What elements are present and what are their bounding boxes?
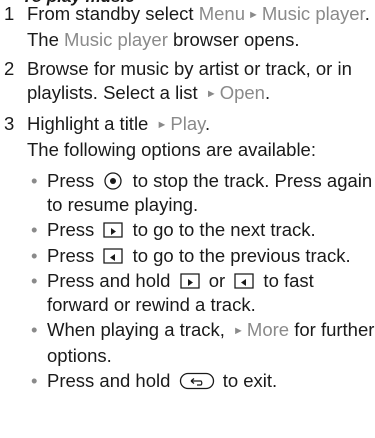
prev-key-icon xyxy=(102,247,124,265)
item-text: to go to the previous track. xyxy=(127,244,351,266)
item-text: Press xyxy=(47,244,100,266)
ui-term-more: More xyxy=(246,319,290,340)
next-key-icon xyxy=(102,221,124,239)
item-text: When playing a track, xyxy=(47,319,231,340)
step-number: 3 xyxy=(4,113,15,134)
step-2: 2 Browse for music by artist or track, o… xyxy=(0,57,375,106)
item-text: Press and hold xyxy=(47,370,176,391)
ui-term-menu: Menu xyxy=(198,3,245,24)
list-item: • When playing a track, ► More for furthe… xyxy=(0,318,375,367)
ui-term-music-player: Music player xyxy=(261,3,365,24)
step-text: . xyxy=(205,113,211,134)
center-key-icon xyxy=(102,172,124,190)
bullet-icon: • xyxy=(31,244,38,266)
item-text: or xyxy=(203,270,231,291)
list-item: • Press to go to the previous track. xyxy=(0,244,375,268)
item-text: Press xyxy=(47,170,100,191)
step-text: browser opens. xyxy=(167,28,300,50)
step-number: 2 xyxy=(4,58,15,79)
step-3: 3 Highlight a title ► Play. xyxy=(0,112,375,138)
next-key-icon xyxy=(179,272,201,290)
ui-term-open: Open xyxy=(219,81,265,103)
step-text: Highlight a title xyxy=(27,113,154,134)
item-text: Press and hold xyxy=(47,270,176,291)
item-text: to go to the next track. xyxy=(127,219,316,240)
back-key-icon xyxy=(179,372,215,390)
options-intro: The following options are available: xyxy=(27,138,316,160)
steps-list: 1 From standby select Menu ► Music player.… xyxy=(0,2,375,395)
step-number: 1 xyxy=(4,3,15,24)
step-text: . xyxy=(264,81,271,103)
step-text: Browse for music by artist or track, or … xyxy=(27,58,352,103)
bullet-icon: • xyxy=(31,170,38,191)
prev-key-icon xyxy=(233,272,255,290)
bullet-icon: • xyxy=(31,370,38,391)
bullet-icon: • xyxy=(31,219,38,240)
item-text: to exit. xyxy=(217,370,278,391)
bullet-icon: • xyxy=(31,319,38,340)
item-text: Press xyxy=(47,219,100,240)
arrow-icon: ► xyxy=(156,119,168,131)
bullet-icon: • xyxy=(31,270,38,291)
arrow-icon: ► xyxy=(233,325,244,337)
list-item: • Press and hold to exit. xyxy=(0,369,375,393)
options-list: • Press to stop the track. Press again t… xyxy=(0,169,375,393)
list-item: • Press to go to the next track. xyxy=(0,218,375,242)
step-text: From standby select xyxy=(27,3,199,24)
ui-term-music-player: Music player xyxy=(64,28,168,50)
list-item: • Press to stop the track. Press again t… xyxy=(0,169,375,216)
arrow-icon: ► xyxy=(247,9,259,21)
list-item: • Press and hold or to fast forward or r… xyxy=(0,269,375,316)
arrow-icon: ► xyxy=(205,87,217,100)
ui-term-play: Play xyxy=(170,113,205,134)
step-1: 1 From standby select Menu ► Music player.… xyxy=(0,2,375,51)
manual-page: To play music 1 From standby select Menu… xyxy=(0,0,375,438)
